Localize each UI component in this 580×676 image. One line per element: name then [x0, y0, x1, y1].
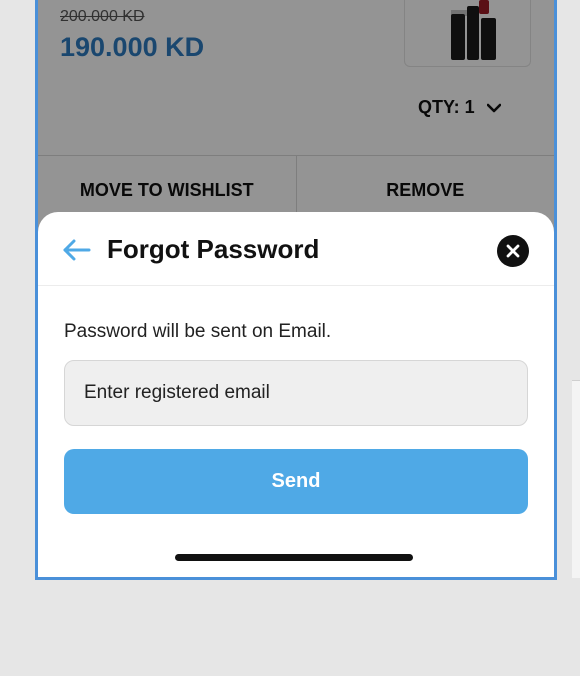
background-panel-edge — [572, 380, 580, 578]
close-x-icon — [506, 244, 520, 258]
email-field[interactable] — [64, 360, 528, 426]
sheet-title: Forgot Password — [107, 234, 320, 264]
arrow-left-icon[interactable] — [62, 238, 92, 262]
send-button[interactable]: Send — [64, 449, 528, 514]
forgot-password-sheet: Forgot Password Password will be sent on… — [38, 212, 554, 577]
home-indicator — [175, 554, 413, 561]
sheet-header: Forgot Password — [38, 212, 554, 286]
close-button[interactable] — [497, 235, 529, 267]
helper-text: Password will be sent on Email. — [64, 321, 332, 342]
app-frame: 200.000 KD 190.000 KD QTY: 1 MOVE TO WIS… — [35, 0, 557, 580]
